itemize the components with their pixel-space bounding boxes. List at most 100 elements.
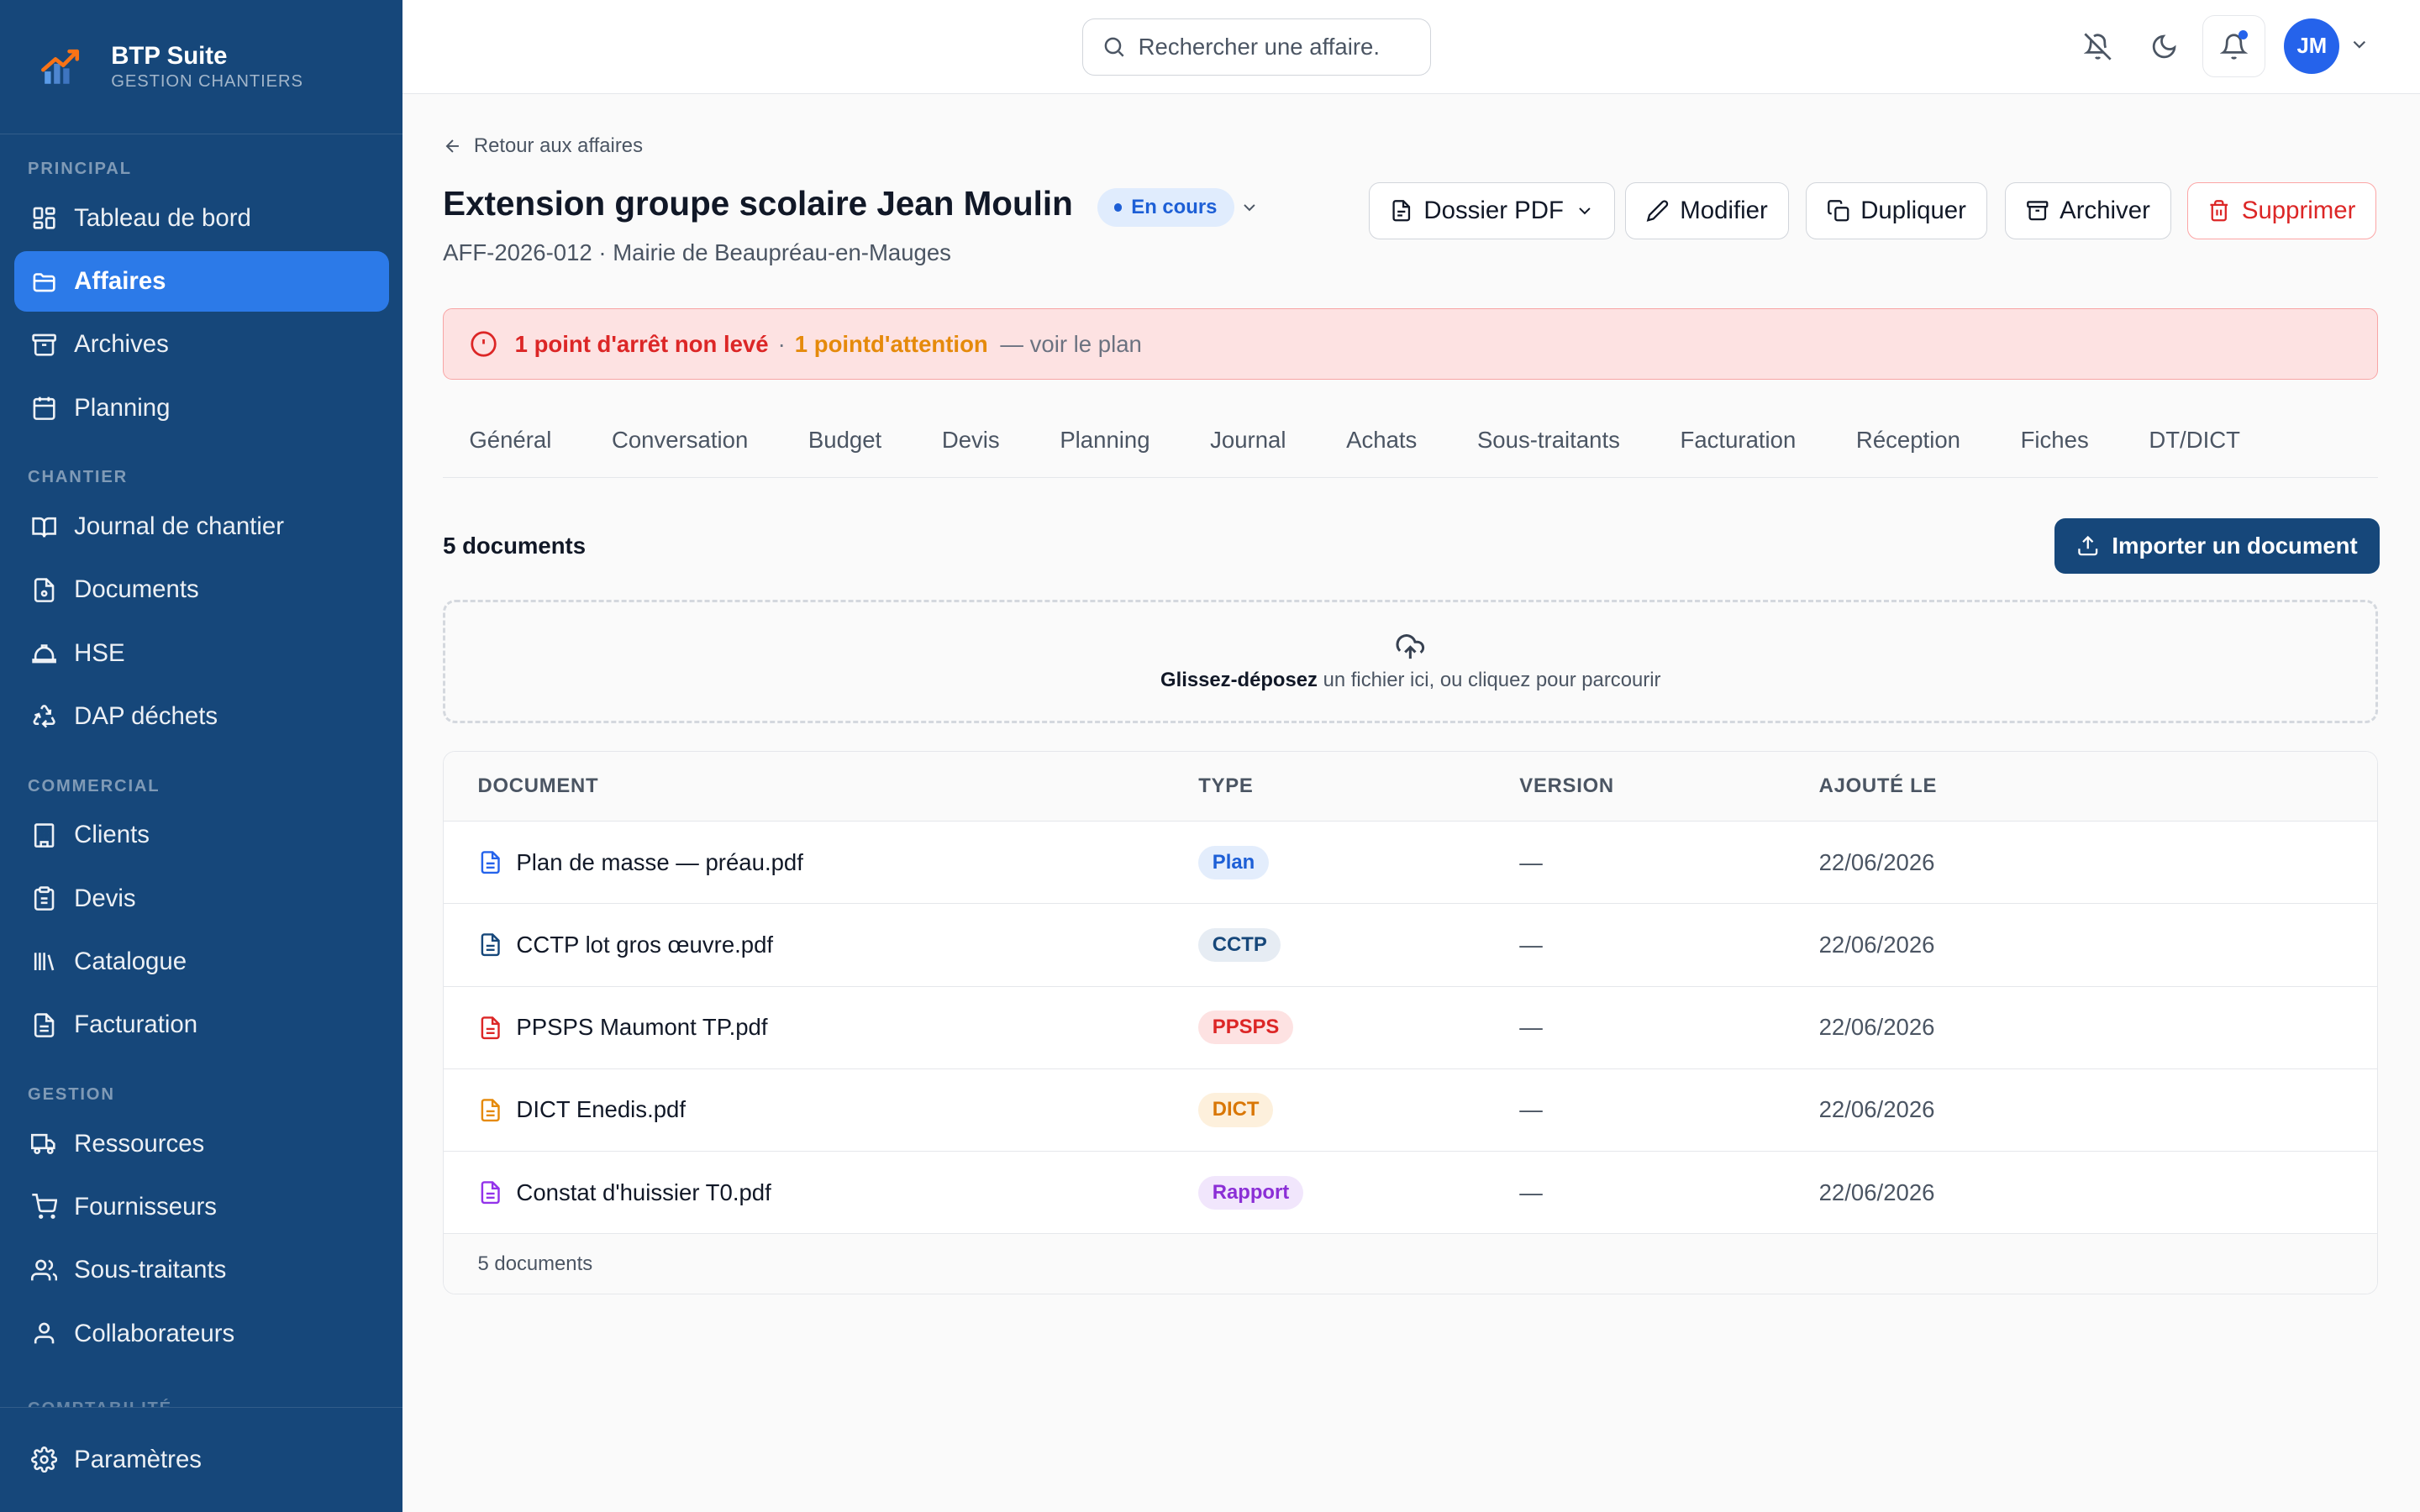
sidebar-item-collaborateurs[interactable]: Collaborateurs (14, 1304, 389, 1364)
alert-separator: · (777, 330, 786, 357)
table-row[interactable]: Plan de masse — préau.pdf Plan — 22/06/2026 (444, 822, 2378, 905)
search-placeholder: Rechercher une affaire. (1138, 34, 1380, 60)
table-row[interactable]: PPSPS Maumont TP.pdf PPSPS — 22/06/2026 (444, 987, 2378, 1069)
sidebar-item-parametres[interactable]: Paramètres (14, 1430, 389, 1490)
nav-section-chantier: CHANTIER (28, 468, 129, 487)
pdf-dossier-button[interactable]: Dossier PDF (1369, 181, 1616, 239)
document-name[interactable]: DICT Enedis.pdf (516, 1096, 686, 1123)
import-document-button[interactable]: Importer un document (2054, 518, 2381, 575)
chevron-down-icon[interactable] (2349, 34, 2370, 55)
table-row[interactable]: DICT Enedis.pdf DICT — 22/06/2026 (444, 1069, 2378, 1152)
sidebar-item-label: Facturation (74, 1011, 198, 1039)
sidebar-item-label: Fournisseurs (74, 1192, 217, 1221)
type-cell: Rapport (1198, 1175, 1519, 1210)
type-cell: CCTP (1198, 927, 1519, 963)
building-icon (34, 823, 55, 848)
tab-achats[interactable]: Achats (1320, 406, 1444, 478)
sidebar-item-ressources[interactable]: Ressources (14, 1114, 389, 1174)
alert-banner[interactable]: 1 point d'arrêt non levé · 1 pointd'atte… (443, 308, 2379, 380)
table-row[interactable]: CCTP lot gros œuvre.pdf CCTP — 22/06/2026 (444, 904, 2378, 987)
sidebar-item-catalogue[interactable]: Catalogue (14, 932, 389, 992)
theme-toggle-button[interactable] (2140, 24, 2186, 70)
sidebar-item-clients[interactable]: Clients (14, 806, 389, 866)
chevron-down-icon (1578, 207, 1591, 215)
page-subtitle: AFF-2026-012 · Mairie de Beaupréau-en-Ma… (443, 239, 951, 265)
shopping-cart-icon (32, 1194, 57, 1220)
tab-fiches[interactable]: Fiches (1994, 406, 2115, 478)
file-icon (481, 1016, 500, 1039)
alert-circle-icon (471, 331, 497, 357)
tab-facturation[interactable]: Facturation (1654, 406, 1822, 478)
avatar[interactable]: JM (2284, 18, 2340, 75)
search-input[interactable]: Rechercher une affaire. (1081, 18, 1431, 76)
tab-conversation[interactable]: Conversation (586, 406, 775, 478)
document-cell: Plan de masse — préau.pdf (444, 849, 1198, 876)
file-icon (481, 851, 500, 874)
notifications-off-button[interactable] (2075, 24, 2121, 70)
document-name[interactable]: Plan de masse — préau.pdf (516, 849, 802, 876)
recycle-icon (33, 705, 55, 728)
sidebar-item-label: Collaborateurs (74, 1319, 235, 1347)
column-document[interactable]: DOCUMENT (444, 774, 1198, 798)
archive-button[interactable]: Archiver (2004, 181, 2171, 239)
sidebar-item-devis[interactable]: Devis (14, 869, 389, 929)
file-text-icon (34, 1012, 55, 1037)
type-badge: PPSPS (1198, 1011, 1293, 1045)
pencil-icon (1646, 200, 1669, 222)
sidebar-item-documents[interactable]: Documents (14, 560, 389, 621)
sidebar-item-label: Devis (74, 884, 136, 912)
back-link-label: Retour aux affaires (473, 134, 643, 157)
sidebar-item-dap-dechets[interactable]: DAP déchets (14, 686, 389, 747)
file-icon (481, 933, 500, 957)
sidebar-item-journal-de-chantier[interactable]: Journal de chantier (14, 496, 389, 557)
hard-hat-icon (32, 644, 56, 664)
archive-label: Archiver (2060, 196, 2150, 224)
sidebar-item-sous-traitants[interactable]: Sous-traitants (14, 1240, 389, 1300)
tab-general[interactable]: Général (443, 406, 577, 478)
copy-icon (1827, 200, 1849, 222)
tab-dt-dict[interactable]: DT/DICT (2123, 406, 2266, 478)
status-badge[interactable]: En cours (1097, 188, 1234, 227)
sidebar-item-label: Catalogue (74, 948, 187, 975)
clipboard-icon (34, 886, 55, 911)
file-dropzone[interactable]: Glissez-déposez un fichier ici, ou cliqu… (443, 600, 2379, 724)
duplicate-button[interactable]: Dupliquer (1805, 181, 1987, 239)
sidebar-item-hse[interactable]: HSE (14, 623, 389, 684)
tab-sous-traitants[interactable]: Sous-traitants (1451, 406, 1646, 478)
notifications-button[interactable] (2202, 15, 2266, 77)
upload-icon (2078, 536, 2098, 556)
documents-count: 5 documents (443, 532, 587, 559)
sidebar-item-affaires[interactable]: Affaires (13, 251, 389, 312)
tab-planning[interactable]: Planning (1034, 406, 1176, 478)
nav-section-commercial: COMMERCIAL (28, 776, 160, 795)
brand[interactable]: BTP Suite GESTION CHANTIERS (0, 0, 403, 134)
sidebar-item-archives[interactable]: Archives (14, 315, 389, 375)
tab-journal[interactable]: Journal (1184, 406, 1313, 478)
delete-label: Supprimer (2241, 196, 2356, 224)
page-title: Extension groupe scolaire Jean Moulin (443, 183, 1073, 223)
edit-button[interactable]: Modifier (1625, 181, 1789, 239)
tab-reception[interactable]: Réception (1830, 406, 1986, 478)
sidebar-item-facturation[interactable]: Facturation (14, 995, 389, 1055)
table-row[interactable]: Constat d'huissier T0.pdf Rapport — 22/06/2… (444, 1152, 2378, 1235)
document-name[interactable]: PPSPS Maumont TP.pdf (516, 1014, 767, 1041)
sidebar-item-fournisseurs[interactable]: Fournisseurs (14, 1177, 389, 1237)
archive-icon (2026, 201, 2049, 221)
back-link[interactable]: Retour aux affaires (443, 134, 643, 158)
import-document-label: Importer un document (2112, 533, 2358, 559)
tab-budget[interactable]: Budget (782, 406, 908, 478)
tab-devis[interactable]: Devis (916, 406, 1026, 478)
sidebar-item-tableau-de-bord[interactable]: Tableau de bord (14, 188, 389, 249)
document-name[interactable]: CCTP lot gros œuvre.pdf (516, 932, 773, 958)
document-name[interactable]: Constat d'huissier T0.pdf (516, 1179, 771, 1206)
alert-link[interactable]: — voir le plan (1000, 331, 1141, 358)
column-date[interactable]: AJOUTÉ LE (1819, 774, 1938, 798)
column-version[interactable]: VERSION (1519, 774, 1818, 798)
moon-icon (2152, 34, 2176, 58)
document-cell: PPSPS Maumont TP.pdf (444, 1014, 1198, 1041)
chevron-down-icon[interactable] (1239, 197, 1260, 218)
date-cell: 22/06/2026 (1818, 931, 1935, 958)
sidebar-item-planning[interactable]: Planning (14, 378, 389, 438)
delete-button[interactable]: Supprimer (2186, 181, 2377, 239)
column-type[interactable]: TYPE (1198, 774, 1519, 798)
